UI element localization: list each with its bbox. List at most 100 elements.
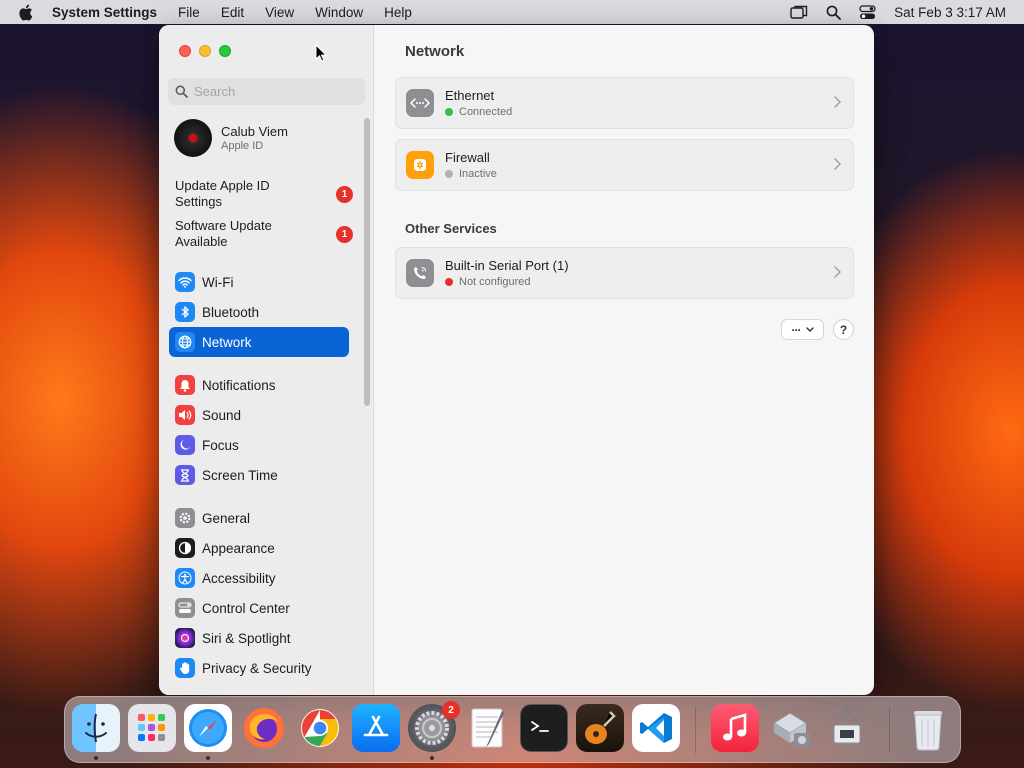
update-apple-id-notice[interactable]: Update Apple ID Settings 1 [175, 178, 365, 210]
safari-icon [189, 709, 227, 747]
sidebar-item-label: Privacy & Security [202, 660, 312, 676]
sidebar-item-focus[interactable]: Focus [169, 430, 349, 460]
sidebar-scrollbar[interactable] [364, 118, 370, 406]
settings-notification-badge: 2 [442, 701, 460, 719]
dock-finder[interactable] [72, 704, 120, 752]
sidebar-item-label: Sound [202, 407, 242, 423]
service-name: Firewall [445, 150, 490, 165]
dock-trash[interactable] [904, 704, 952, 752]
dock: 2 [64, 696, 961, 763]
menu-help[interactable]: Help [384, 5, 412, 20]
running-indicator [206, 756, 210, 760]
menu-file[interactable]: File [178, 5, 200, 20]
notice-label: Update Apple ID Settings [175, 178, 270, 209]
close-window-button[interactable] [179, 45, 191, 57]
running-indicator [430, 756, 434, 760]
menu-view[interactable]: View [265, 5, 294, 20]
dock-vscode[interactable] [632, 704, 680, 752]
finder-icon [85, 713, 107, 743]
sidebar-item-accessibility[interactable]: Accessibility [169, 563, 349, 593]
dock-music[interactable] [711, 704, 759, 752]
status-dot [445, 278, 453, 286]
dock-safari[interactable] [184, 704, 232, 752]
sidebar-item-general[interactable]: General [169, 503, 349, 533]
sidebar-search[interactable] [168, 78, 365, 105]
sidebar-item-notifications[interactable]: Notifications [169, 370, 349, 400]
screen-mirroring-icon[interactable] [790, 5, 808, 19]
dock-firefox[interactable] [240, 704, 288, 752]
sidebar-item-label: Focus [202, 437, 239, 453]
sidebar-item-privacy-security[interactable]: Privacy & Security [169, 653, 349, 683]
textedit-icon [471, 708, 504, 748]
chevron-right-icon [834, 158, 841, 170]
dock-system-information[interactable] [823, 704, 871, 752]
minimize-window-button[interactable] [199, 45, 211, 57]
firefox-icon [244, 708, 284, 748]
sidebar-item-screen-time[interactable]: Screen Time [169, 460, 349, 490]
service-row-serial-port[interactable]: Built-in Serial Port (1) Not configured [395, 247, 854, 299]
sidebar-item-sound[interactable]: Sound [169, 400, 349, 430]
status-dot [445, 108, 453, 116]
sidebar-item-network[interactable]: Network [169, 327, 349, 357]
search-input[interactable] [194, 84, 354, 99]
dock-chrome[interactable] [296, 704, 344, 752]
sidebar-item-appearance[interactable]: Appearance [169, 533, 349, 563]
service-status: Not configured [459, 276, 531, 288]
phone-icon [406, 259, 434, 287]
service-status: Connected [459, 106, 513, 118]
guitar-icon [585, 711, 616, 744]
apple-menu-icon[interactable] [18, 3, 36, 21]
help-button[interactable]: ? [833, 319, 854, 340]
control-center-icon[interactable] [859, 4, 876, 20]
dock-garageband[interactable] [576, 704, 624, 752]
menu-window[interactable]: Window [315, 5, 363, 20]
avatar [174, 119, 212, 157]
sidebar-item-label: Siri & Spotlight [202, 630, 291, 646]
service-row-ethernet[interactable]: Ethernet Connected [395, 77, 854, 129]
dock-app-store[interactable] [352, 704, 400, 752]
sidebar: Calub Viem Apple ID Update Apple ID Sett… [159, 25, 374, 695]
software-update-notice[interactable]: Software Update Available 1 [175, 218, 365, 250]
speaker-icon [175, 405, 195, 425]
status-dot [445, 170, 453, 178]
apple-id-account[interactable]: Calub Viem Apple ID [174, 119, 288, 157]
appearance-icon [175, 538, 195, 558]
globe-icon [175, 332, 195, 352]
menu-app-name[interactable]: System Settings [52, 5, 157, 20]
system-settings-window: Calub Viem Apple ID Update Apple ID Sett… [159, 25, 874, 695]
zoom-window-button[interactable] [219, 45, 231, 57]
notice-badge: 1 [336, 225, 353, 243]
chip-icon [833, 707, 861, 747]
sidebar-item-wifi[interactable]: Wi-Fi [169, 267, 349, 297]
mouse-pointer-icon [315, 44, 327, 62]
sidebar-item-label: General [202, 510, 251, 526]
spotlight-search-icon[interactable] [826, 5, 842, 20]
dock-migration-assistant[interactable] [767, 704, 815, 752]
sidebar-item-control-center[interactable]: Control Center [169, 593, 349, 623]
app-store-icon [363, 715, 389, 737]
sidebar-item-label: Appearance [202, 540, 275, 556]
menu-edit[interactable]: Edit [221, 5, 244, 20]
accessibility-icon [175, 568, 195, 588]
service-name: Built-in Serial Port (1) [445, 258, 569, 273]
other-services-heading: Other Services [405, 221, 497, 236]
notice-label: Software Update Available [175, 218, 272, 249]
sidebar-item-label: Screen Time [202, 467, 278, 483]
notice-badge: 1 [336, 185, 353, 203]
sidebar-item-bluetooth[interactable]: Bluetooth [169, 297, 349, 327]
siri-icon [175, 628, 195, 648]
dock-textedit[interactable] [464, 704, 512, 752]
account-subtitle: Apple ID [221, 140, 264, 152]
launchpad-icon [138, 714, 165, 741]
service-row-firewall[interactable]: Firewall Inactive [395, 139, 854, 191]
sidebar-item-label: Control Center [202, 600, 290, 616]
sidebar-item-label: Network [202, 334, 252, 350]
hourglass-icon [175, 465, 195, 485]
dock-launchpad[interactable] [128, 704, 176, 752]
more-actions-button[interactable]: ··· [781, 319, 824, 340]
sidebar-item-siri-spotlight[interactable]: Siri & Spotlight [169, 623, 349, 653]
ethernet-icon [406, 89, 434, 117]
dock-terminal[interactable] [520, 704, 568, 752]
menu-clock[interactable]: Sat Feb 3 3:17 AM [894, 5, 1006, 20]
account-name: Calub Viem [221, 124, 288, 139]
